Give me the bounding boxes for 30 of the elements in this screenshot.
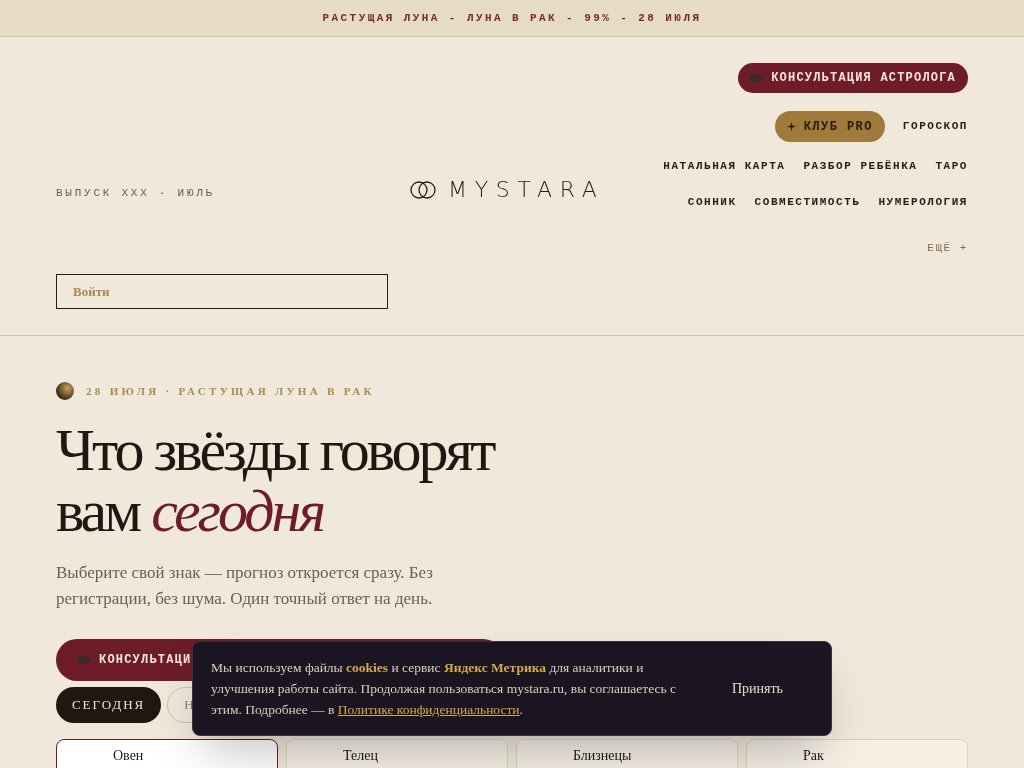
video-camera-icon [750, 73, 764, 83]
period-tab[interactable]: СЕГОДНЯ [56, 687, 162, 723]
nav-link[interactable]: СОННИК [687, 194, 737, 211]
zodiac-card[interactable]: Телец [286, 739, 508, 768]
hero-lead: Выберите свой знак — прогноз откроется сразу. Без регистрации, без шума. Один точный ответ на день. [56, 562, 435, 610]
issue-label: ВЫПУСК XXX · ИЮЛЬ [56, 187, 215, 199]
zodiac-card[interactable]: Близнецы [516, 739, 738, 768]
privacy-policy-link[interactable]: Политике конфиденциальности [337, 702, 520, 717]
rings-logo-icon [410, 180, 436, 199]
nav-link[interactable]: ГОРОСКОП [902, 118, 968, 135]
date-kicker: 28 ИЮЛЯ · РАСТУЩАЯ ЛУНА В РАК [86, 383, 375, 399]
hero-title: Что звёзды говорят вам сегодня [56, 420, 495, 542]
nav-link[interactable]: НАТАЛЬНАЯ КАРТА [663, 158, 786, 175]
moon-icon [56, 382, 74, 400]
more-link[interactable]: ЕЩЁ + [927, 240, 968, 257]
consultation-button[interactable]: КОНСУЛЬТАЦИЯ АСТРОЛОГА [738, 63, 968, 93]
zodiac-card[interactable]: Овен [56, 739, 278, 768]
nav-link[interactable]: РАЗБОР РЕБЁНКА [803, 158, 918, 175]
sparkle-icon [786, 122, 796, 131]
club-pro-button[interactable]: КЛУБ PRO [774, 111, 885, 142]
video-camera-icon [78, 655, 91, 665]
nav-link[interactable]: ТАРО [935, 158, 968, 175]
login-field[interactable]: Войти [56, 274, 388, 309]
logo-wordmark: MYSTARA [448, 176, 605, 204]
accept-button[interactable]: Принять [723, 674, 791, 703]
nav-link[interactable]: НУМЕРОЛОГИЯ [878, 194, 968, 211]
announcement-text: РАСТУЩАЯ ЛУНА - ЛУНА В РАК - 99% - 28 ИЮЛЯ [322, 10, 702, 26]
cookie-notice: Мы используем файлы cookies и сервис Яндекс Метрика для аналитики и улучшения работы сайта. Продолжая пользоваться mystara.ru, вы соглашаетесь с этим. Подробнее — в Политике конфиденциальности. [211, 659, 678, 719]
nav-link[interactable]: СОВМЕСТИМОСТЬ [754, 194, 861, 211]
zodiac-card[interactable]: Рак [746, 739, 968, 768]
